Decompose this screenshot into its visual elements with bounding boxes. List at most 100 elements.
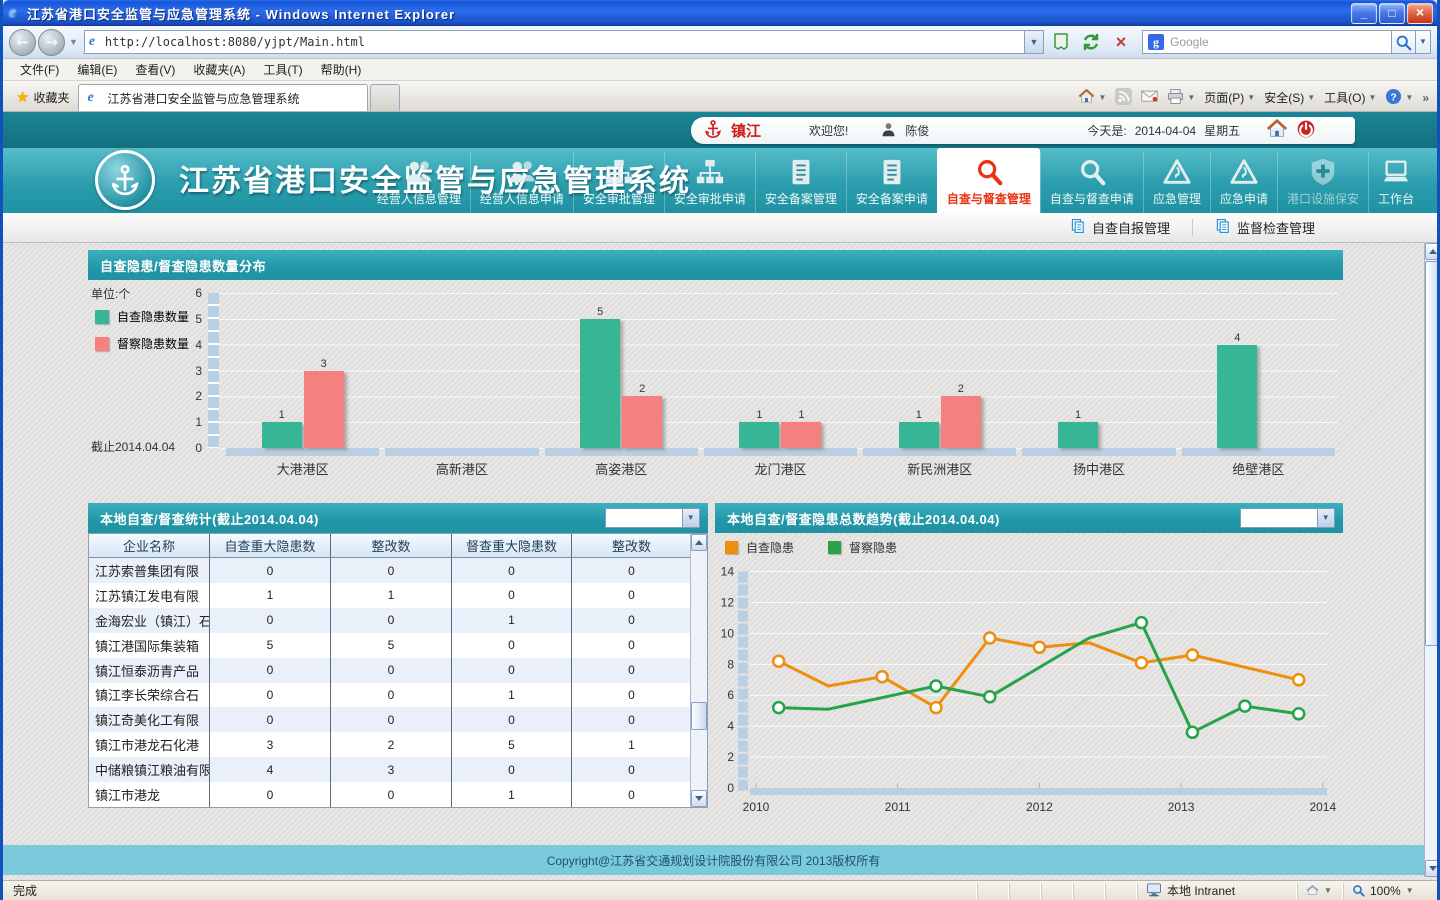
address-input[interactable]: e http://localhost:8080/yjpt/Main.html: [84, 30, 1025, 54]
table-row[interactable]: 江苏索普集团有限0000: [89, 558, 707, 583]
bar-category-cell: 龙门港区11: [701, 280, 860, 480]
star-icon: ★: [16, 88, 29, 106]
menu-item-1[interactable]: 编辑(E): [68, 61, 126, 78]
browser-tab[interactable]: e 江苏省港口安全监管与应急管理系统: [78, 84, 368, 111]
nav-item-emergency-mgmt[interactable]: 应急管理: [1143, 151, 1210, 213]
compatibility-view-button[interactable]: [1048, 30, 1074, 54]
chevron-down-icon: ▼: [1247, 93, 1255, 102]
menu-item-2[interactable]: 查看(V): [126, 61, 184, 78]
legend-swatch: [95, 337, 109, 351]
page-menu-button[interactable]: 页面(P)▼: [1204, 89, 1255, 106]
new-tab-stub[interactable]: [370, 84, 400, 111]
back-button[interactable]: ←: [9, 29, 36, 56]
svg-text:2011: 2011: [885, 800, 911, 814]
nav-item-label: 安全备案申请: [856, 190, 928, 207]
bar-value-label: 1: [739, 409, 779, 421]
menu-bar: 文件(F)编辑(E)查看(V)收藏夹(A)工具(T)帮助(H): [3, 59, 1437, 81]
tools-menu-button[interactable]: 工具(O)▼: [1324, 89, 1376, 106]
shield-icon: [1308, 157, 1338, 187]
read-mail-button[interactable]: [1141, 88, 1158, 108]
table-row[interactable]: 镇江奇美化工有限0000: [89, 707, 707, 732]
search-dropdown-button[interactable]: ▼: [1416, 30, 1431, 54]
nav-item-label: 安全审批申请: [674, 190, 746, 207]
command-label: 安全(S): [1264, 89, 1304, 106]
safety-menu-button[interactable]: 安全(S)▼: [1264, 89, 1315, 106]
scrollbar-thumb[interactable]: [1425, 261, 1437, 646]
x-axis-platform: [1022, 448, 1175, 456]
nav-item-port-facility-security[interactable]: 港口设施保安: [1277, 151, 1368, 213]
nav-item-workbench[interactable]: 工作台: [1368, 151, 1423, 213]
legend-item: 督察隐患数量: [95, 335, 189, 352]
zoom-control-pane[interactable]: 100% ▼: [1343, 883, 1431, 899]
table-row[interactable]: 镇江市港龙0010: [89, 782, 707, 807]
page-content: 镇江 欢迎您! 陈俊 今天是: 2014-04-04 星期五: [3, 112, 1437, 880]
table-row[interactable]: 中储粮镇江粮油有限4300: [89, 757, 707, 782]
search-button[interactable]: [1392, 30, 1416, 54]
nav-item-safety-approval-apply[interactable]: 安全审批申请: [664, 151, 755, 213]
chevron-down-icon: ▼: [1098, 93, 1106, 102]
feeds-button[interactable]: [1115, 88, 1132, 108]
value-cell: 0: [452, 558, 572, 583]
table-scrollbar-thumb[interactable]: [691, 702, 707, 730]
nav-item-safety-record-mgmt[interactable]: 安全备案管理: [755, 151, 846, 213]
stats-filter-select[interactable]: ▼: [605, 508, 700, 528]
nav-item-operator-info-apply[interactable]: 经营人信息申请: [470, 151, 573, 213]
refresh-button[interactable]: [1078, 30, 1104, 54]
forward-button[interactable]: →: [38, 29, 65, 56]
scroll-up-button[interactable]: [1425, 243, 1437, 260]
table-row[interactable]: 镇江李长荣综合石0010: [89, 683, 707, 708]
table-scrollbar[interactable]: [690, 534, 707, 807]
history-dropdown-icon[interactable]: ▼: [69, 37, 78, 47]
y-tick-label: 6: [188, 286, 202, 300]
subnav-item-self-report-mgmt[interactable]: 自查自报管理: [1048, 219, 1192, 237]
home-shortcut-icon[interactable]: [1266, 118, 1288, 143]
company-name-cell: 镇江恒泰沥青产品: [89, 658, 210, 683]
category-label: 高新港区: [382, 459, 541, 478]
svg-text:2014: 2014: [1309, 800, 1336, 814]
help-button[interactable]: ?▼: [1385, 88, 1413, 108]
close-button[interactable]: ×: [1407, 3, 1433, 24]
trend-filter-select[interactable]: ▼: [1240, 508, 1335, 528]
scroll-down-button[interactable]: [1425, 860, 1437, 877]
value-cell: 0: [572, 583, 692, 608]
table-row[interactable]: 镇江港国际集装箱5500: [89, 633, 707, 658]
table-scroll-up-button[interactable]: [691, 534, 707, 551]
table-row[interactable]: 江苏镇江发电有限1100: [89, 583, 707, 608]
table-scroll-down-button[interactable]: [691, 790, 707, 807]
print-button[interactable]: ▼: [1167, 88, 1195, 108]
subnav-item-supervision-check-mgmt[interactable]: 监督检查管理: [1192, 219, 1337, 237]
nav-item-self-inspection-supervision-apply[interactable]: 自查与督查申请: [1040, 151, 1143, 213]
logout-power-icon[interactable]: [1296, 119, 1316, 142]
toolbar-overflow-button[interactable]: »: [1422, 91, 1429, 105]
menu-item-3[interactable]: 收藏夹(A): [184, 61, 254, 78]
stop-button[interactable]: ×: [1108, 30, 1134, 54]
protected-mode-pane[interactable]: ▼: [1297, 883, 1343, 899]
value-cell: 0: [572, 658, 692, 683]
menu-item-4[interactable]: 工具(T): [254, 61, 311, 78]
table-row[interactable]: 镇江恒泰沥青产品0000: [89, 658, 707, 683]
page-scrollbar[interactable]: [1424, 243, 1437, 877]
menu-item-0[interactable]: 文件(F): [11, 61, 68, 78]
home-button[interactable]: ▼: [1078, 88, 1106, 108]
maximize-button[interactable]: □: [1379, 3, 1405, 24]
nav-item-self-inspection-supervision-mgmt[interactable]: 自查与督查管理: [937, 148, 1040, 213]
nav-item-operator-info-mgmt[interactable]: 经营人信息管理: [368, 151, 470, 213]
address-dropdown-button[interactable]: ▼: [1025, 30, 1044, 54]
bar-value-label: 2: [941, 383, 981, 395]
menu-item-5[interactable]: 帮助(H): [312, 61, 371, 78]
table-row[interactable]: 金海宏业（镇江）石0010: [89, 608, 707, 633]
nav-item-label: 自查与督查申请: [1050, 190, 1134, 207]
value-cell: 0: [210, 608, 331, 633]
legend-label: 督察隐患: [849, 539, 897, 556]
nav-item-safety-record-apply[interactable]: 安全备案申请: [846, 151, 937, 213]
nav-item-emergency-apply[interactable]: 应急申请: [1210, 151, 1277, 213]
dashboard-content: 自查隐患/督查隐患数量分布 单位:个 自查隐患数量督察隐患数量 截止2014.0…: [3, 243, 1437, 880]
search-box[interactable]: g Google: [1142, 30, 1392, 54]
x-axis-platform: [1182, 448, 1335, 456]
legend-swatch: [828, 541, 841, 554]
favorites-button[interactable]: ★ 收藏夹: [7, 85, 78, 109]
table-row[interactable]: 镇江市港龙石化港3251: [89, 732, 707, 757]
value-cell: 0: [331, 782, 452, 807]
nav-item-safety-approval-mgmt[interactable]: 安全审批管理: [573, 151, 664, 213]
minimize-button[interactable]: _: [1351, 3, 1377, 24]
